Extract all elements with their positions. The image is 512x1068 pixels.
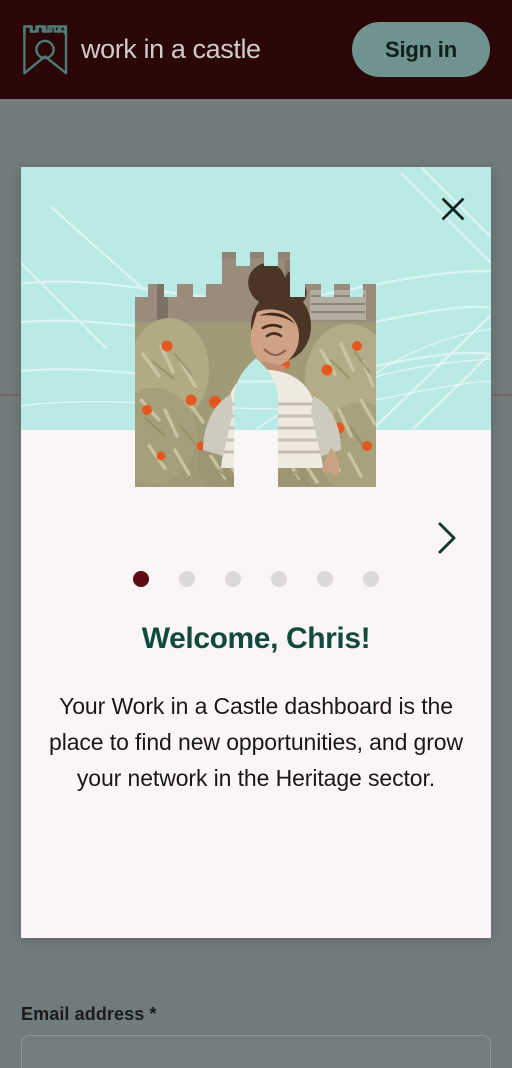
castle-banner-logo-icon <box>22 24 68 76</box>
modal-description: Your Work in a Castle dashboard is the p… <box>49 693 463 791</box>
welcome-modal: Welcome, Chris! Your Work in a Castle da… <box>21 167 491 938</box>
carousel-dots <box>21 571 491 587</box>
modal-title: Welcome, Chris! <box>141 622 371 655</box>
chevron-right-icon <box>438 522 456 554</box>
email-address-label: Email address * <box>21 1004 157 1024</box>
email-address-input[interactable] <box>21 1035 491 1068</box>
email-address-field-group: Email address * <box>21 1004 491 1068</box>
carousel-dot-5[interactable] <box>317 571 333 587</box>
carousel-dot-4[interactable] <box>271 571 287 587</box>
carousel-dot-2[interactable] <box>179 571 195 587</box>
carousel-dot-6[interactable] <box>363 571 379 587</box>
carousel-next-button[interactable] <box>425 516 469 560</box>
site-header: work in a castle Sign in <box>0 0 512 99</box>
brand-name: work in a castle <box>81 34 261 64</box>
close-modal-button[interactable] <box>433 189 473 229</box>
sign-in-button[interactable]: Sign in <box>352 22 490 77</box>
brand[interactable]: work in a castle <box>22 24 352 76</box>
modal-body: Welcome, Chris! Your Work in a Castle da… <box>21 622 491 796</box>
close-icon <box>441 197 465 221</box>
carousel-dot-3[interactable] <box>225 571 241 587</box>
carousel-dot-1[interactable] <box>133 571 149 587</box>
hero-castle-photo <box>135 252 376 487</box>
